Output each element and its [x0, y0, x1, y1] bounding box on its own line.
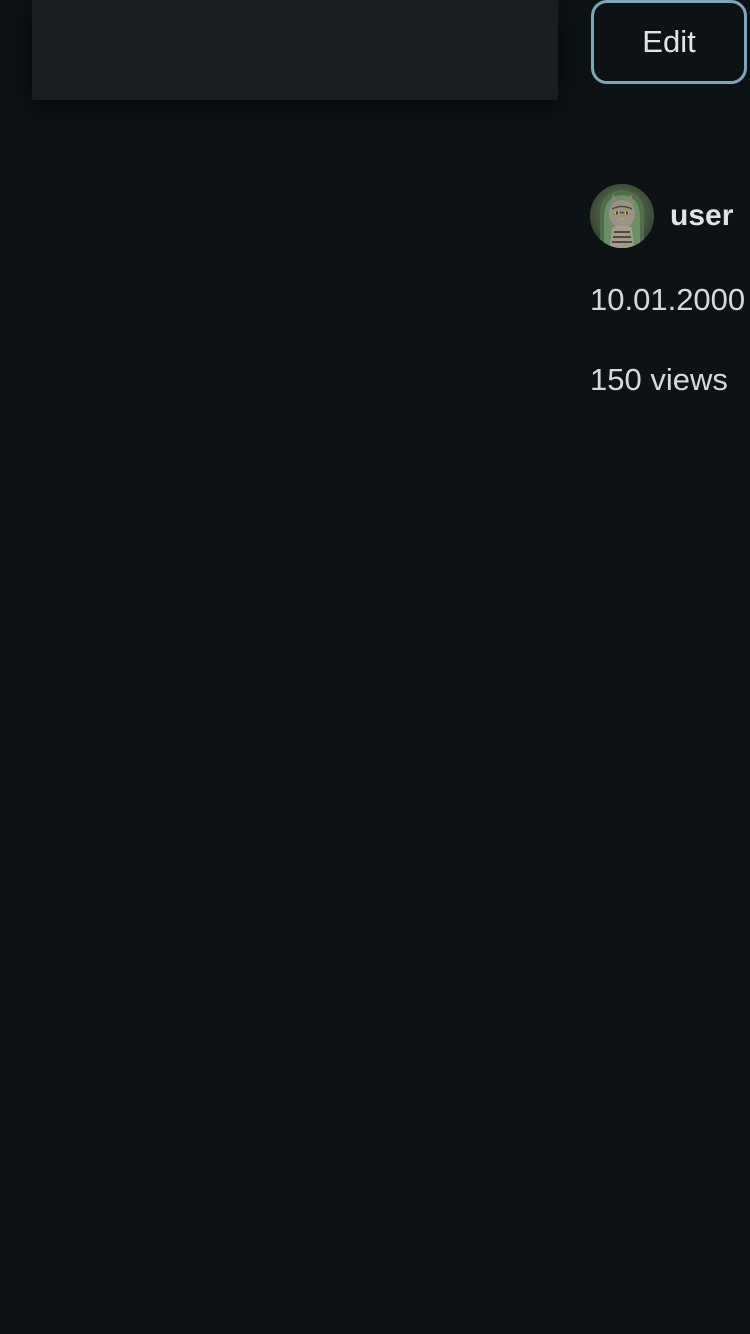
view-count: 150 views [590, 362, 728, 397]
avatar[interactable] [590, 184, 654, 248]
edit-button[interactable]: Edit [591, 0, 747, 84]
author-username[interactable]: user [670, 199, 733, 233]
cat-avatar-icon [590, 184, 654, 248]
article-card [32, 0, 558, 100]
author-info[interactable]: user [590, 184, 733, 248]
article-date: 10.01.2000 [590, 282, 746, 317]
